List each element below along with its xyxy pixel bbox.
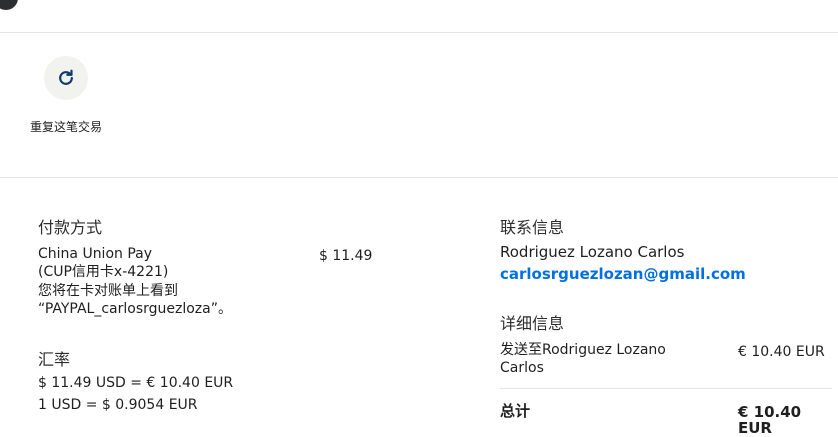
sent-to-line2: Carlos (500, 360, 544, 376)
avatar (0, 0, 18, 10)
section-divider (0, 177, 838, 178)
total-amount: € 10.40 EUR (738, 403, 802, 437)
refresh-icon (59, 69, 73, 85)
payment-amount: $ 11.49 (319, 248, 373, 264)
repeat-transaction-label: 重复这笔交易 (29, 120, 102, 134)
details-title: 详细信息 (500, 314, 565, 333)
top-bar (0, 0, 838, 33)
contact-info-title: 联系信息 (500, 218, 565, 237)
statement-note-line2: “PAYPAL_carlosrguezloza”。 (38, 301, 232, 317)
total-label: 总计 (500, 402, 531, 420)
sent-amount: € 10.40 EUR (738, 344, 825, 360)
details-divider (500, 388, 832, 389)
payment-card-info: (CUP信用卡x-4221) (38, 264, 169, 280)
exchange-rate-line2: 1 USD = $ 0.9054 EUR (38, 397, 198, 413)
repeat-transaction-action[interactable]: 重复这笔交易 (28, 56, 104, 136)
statement-note-line1: 您将在卡对账单上看到 (38, 283, 178, 299)
payment-method-name: China Union Pay (38, 246, 153, 262)
contact-name: Rodriguez Lozano Carlos (500, 243, 685, 261)
sent-to-line1: 发送至Rodriguez Lozano (500, 342, 666, 358)
repeat-transaction-button[interactable] (44, 56, 88, 100)
exchange-rate-title: 汇率 (38, 350, 71, 369)
payment-method-title: 付款方式 (38, 218, 103, 237)
exchange-rate-line1: $ 11.49 USD = € 10.40 EUR (38, 375, 234, 391)
contact-email-link[interactable]: carlosrguezlozan@gmail.com (500, 265, 746, 283)
